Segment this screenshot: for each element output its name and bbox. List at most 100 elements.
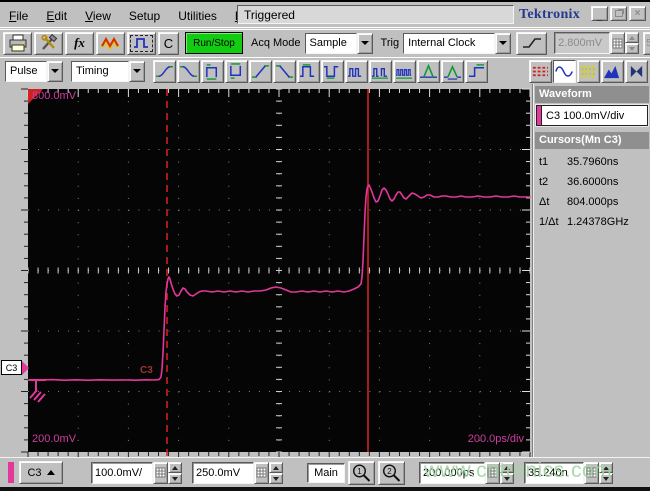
measure-fall-curve-button[interactable] (177, 59, 200, 83)
view-cursors-button[interactable] (529, 59, 552, 83)
channel-reference-marker[interactable]: C3 (1, 360, 29, 375)
trigger-status-box: Triggered (237, 5, 514, 24)
trig-source-select[interactable]: Internal Clock (403, 32, 512, 54)
vertical-scale-field[interactable]: 100.0mV/ (91, 461, 153, 484)
channel-select-button[interactable]: C3 (19, 461, 63, 484)
view-waveform-button[interactable] (553, 59, 576, 83)
restore-button[interactable] (610, 6, 627, 21)
menu-view[interactable]: View (76, 5, 120, 27)
measure-pos-peak-button[interactable] (417, 59, 440, 83)
menu-edit[interactable]: Edit (37, 5, 76, 27)
menu-utilities[interactable]: Utilities (169, 5, 226, 27)
fx-icon: fx (74, 35, 85, 50)
measure-pulse-train-button[interactable] (369, 59, 392, 83)
measure-category-select[interactable]: Timing (71, 60, 145, 82)
waveform-color-button[interactable] (96, 31, 125, 55)
acq-mode-dropdown-button[interactable] (356, 32, 373, 54)
main-area: 800.0mV 200.0mV 200.0ps/div C3 C3 Wavefo… (0, 84, 650, 457)
spin-up-icon[interactable] (625, 32, 640, 43)
channel-color-strip (537, 106, 542, 125)
measure-burst-button[interactable] (345, 59, 368, 83)
plot-area[interactable]: 800.0mV 200.0mV 200.0ps/div C3 C3 (0, 84, 532, 457)
chevron-down-icon (499, 41, 508, 45)
tools-button[interactable] (34, 31, 63, 55)
run-stop-button[interactable]: Run/Stop (185, 32, 243, 54)
measure-category-dropdown-button[interactable] (129, 60, 145, 82)
waveform-color-icon (100, 36, 119, 51)
clear-button[interactable]: C (158, 31, 179, 55)
formula-fx-button[interactable]: fx (65, 31, 94, 55)
menu-setup[interactable]: Setup (120, 5, 169, 27)
trig-level-value: 2.800mV (558, 37, 603, 49)
set-50pct-button[interactable]: 50% (643, 31, 650, 55)
fall-time-icon (276, 64, 293, 78)
view-mask-button[interactable] (625, 59, 648, 83)
trig-level-spinner[interactable] (625, 32, 640, 54)
measure-pos-width-button[interactable] (201, 59, 224, 83)
readout-row-t1: t1 35.7960ns (535, 151, 649, 171)
menu-file[interactable]: File (0, 5, 37, 27)
measure-neg-width-button[interactable] (225, 59, 248, 83)
triple-pulse-icon (396, 68, 413, 79)
vertical-offset-field[interactable]: 250.0mV (192, 461, 254, 484)
minimize-icon: _ (596, 10, 603, 22)
trig-label: Trig (380, 37, 400, 49)
vertical-offset-keypad-button[interactable] (254, 461, 269, 484)
trig-slope-button[interactable] (516, 31, 548, 55)
minimize-button[interactable]: _ (591, 6, 608, 21)
chevron-down-icon (51, 69, 59, 73)
measure-neg-pulse-button[interactable] (321, 59, 344, 83)
measure-triple-pulse-button[interactable] (393, 59, 416, 83)
timebase-scale-label: 200.0ps/div (467, 433, 524, 445)
keypad-icon (612, 38, 623, 48)
measure-rise-curve-button[interactable] (153, 59, 176, 83)
vertical-offset-spinner[interactable] (269, 461, 283, 484)
spin-down-icon[interactable] (269, 472, 283, 484)
trig-level-keypad-button[interactable] (610, 32, 626, 54)
measure-pos-pulse-button[interactable] (297, 59, 320, 83)
print-button[interactable] (3, 31, 32, 55)
timebase-mode-label: Main (314, 466, 338, 479)
pulse-select-button[interactable] (127, 31, 156, 55)
vertical-scale-keypad-button[interactable] (153, 461, 168, 484)
oscilloscope-window: File Edit View Setup Utilities Help Trig… (0, 0, 650, 491)
spin-down-icon[interactable] (168, 472, 182, 484)
spin-down-icon[interactable] (625, 43, 640, 54)
histogram-view-icon (604, 65, 620, 78)
step-icon (468, 63, 485, 77)
chevron-down-icon (133, 69, 141, 73)
spin-up-icon[interactable] (269, 461, 283, 473)
trig-dropdown-button[interactable] (495, 32, 512, 54)
channel-entry[interactable]: C3 100.0mV/div (536, 105, 648, 126)
view-eye-diagram-button[interactable] (577, 59, 600, 83)
signal-class-dropdown-button[interactable] (47, 60, 63, 82)
measure-step-button[interactable] (465, 59, 488, 83)
tools-icon (40, 34, 57, 50)
zoom-1-button[interactable]: 1 (348, 460, 375, 485)
measure-neg-peak-button[interactable] (441, 59, 464, 83)
readout-row-t2: t2 36.6000ns (535, 171, 649, 191)
measurement-toolbar: Pulse Timing (0, 57, 650, 84)
burst-icon (348, 67, 362, 77)
timebase-mode-box[interactable]: Main (307, 462, 345, 483)
top-voltage-label: 800.0mV (32, 90, 77, 102)
readout-label: 1/Δt (539, 216, 559, 228)
zoom-2-button[interactable]: 2 (378, 460, 405, 485)
measure-fall-time-button[interactable] (273, 59, 296, 83)
window-bottom-edge (0, 487, 650, 491)
readout-value: 804.000ps (567, 196, 619, 208)
trig-level-field[interactable]: 2.800mV (554, 32, 611, 54)
pos-pulse-icon (300, 63, 315, 77)
close-button[interactable]: × (629, 6, 646, 21)
view-histogram-button[interactable] (601, 59, 624, 83)
rise-curve-icon (156, 65, 173, 77)
plot-canvas[interactable] (2, 86, 532, 457)
acq-mode-select[interactable]: Sample (304, 32, 373, 54)
measure-rise-time-button[interactable] (249, 59, 272, 83)
readout-row-inv-dt: 1/Δt 1.24378GHz (535, 211, 649, 231)
rising-edge-icon (522, 38, 541, 48)
spin-up-icon[interactable] (168, 461, 182, 473)
vertical-scale-spinner[interactable] (168, 461, 182, 484)
pos-width-icon (206, 63, 218, 80)
signal-class-select[interactable]: Pulse (5, 60, 63, 82)
